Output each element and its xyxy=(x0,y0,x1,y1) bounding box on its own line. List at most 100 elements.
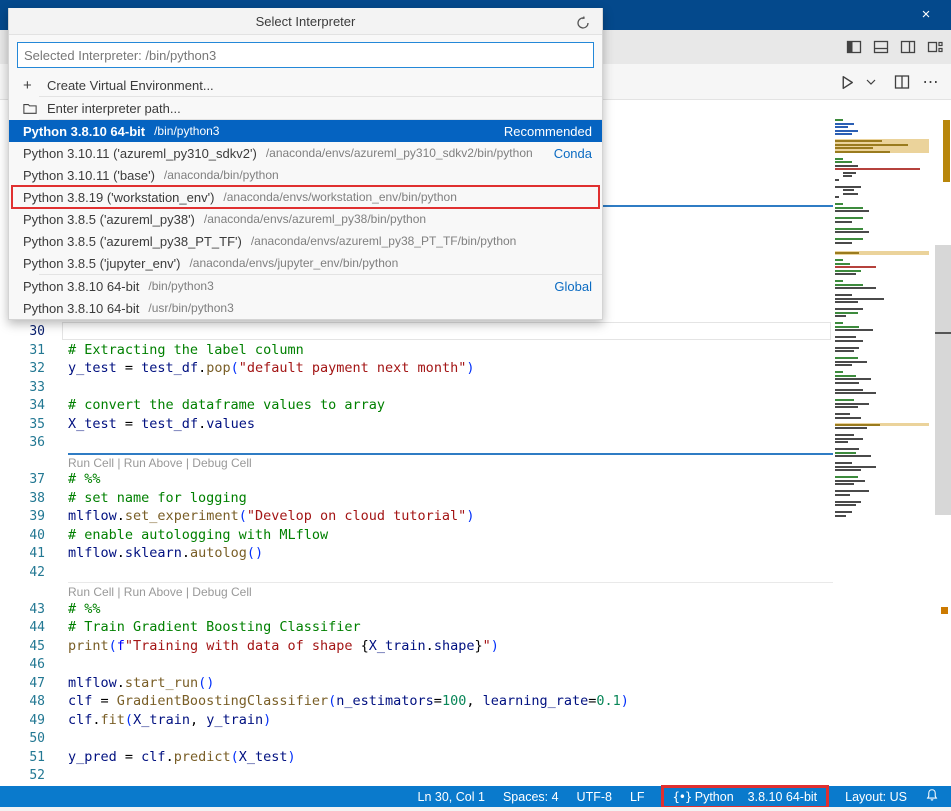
line-number: 30 xyxy=(0,322,45,341)
code-line[interactable]: 40# enable autologging with MLflow xyxy=(0,526,835,545)
code-line[interactable]: 48clf = GradientBoostingClassifier(n_est… xyxy=(0,692,835,711)
status-eol[interactable]: LF xyxy=(630,790,645,804)
code-text: # set name for logging xyxy=(68,489,247,508)
editor-scrollbar xyxy=(933,100,951,786)
dialog-title: Select Interpreter xyxy=(9,8,602,35)
interpreter-search-input[interactable] xyxy=(17,42,594,68)
codelens-row[interactable]: Run Cell | Run Above | Debug Cell xyxy=(0,452,835,471)
code-line[interactable]: 52 xyxy=(0,766,835,785)
interpreter-path: /anaconda/envs/azureml_py38/bin/python xyxy=(204,212,426,226)
code-line[interactable]: 37# %% xyxy=(0,470,835,489)
line-number: 46 xyxy=(0,655,45,674)
interpreter-badge: Recommended xyxy=(496,124,592,139)
code-line[interactable]: 41mlflow.sklearn.autolog() xyxy=(0,544,835,563)
line-number: 52 xyxy=(0,766,45,785)
code-line[interactable]: 38 # set name for logging xyxy=(0,489,835,508)
status-indentation[interactable]: Spaces: 4 xyxy=(503,790,559,804)
line-number: 45 xyxy=(0,637,45,656)
codelens-row[interactable]: Run Cell | Run Above | Debug Cell xyxy=(0,581,835,600)
line-number: 42 xyxy=(0,563,45,582)
interpreter-item[interactable]: Python 3.8.5 ('jupyter_env')/anaconda/en… xyxy=(9,252,602,274)
status-python-interpreter[interactable]: 3.8.10 64-bit xyxy=(748,790,818,804)
code-text: mlflow.start_run() xyxy=(68,674,214,693)
line-number: 36 xyxy=(0,433,45,452)
interpreter-name: Python 3.8.19 ('workstation_env') xyxy=(23,190,214,205)
code-line[interactable]: 30 xyxy=(0,322,835,341)
code-line[interactable]: 32 y_test = test_df.pop("default payment … xyxy=(0,359,835,378)
interpreter-name: Python 3.8.5 ('jupyter_env') xyxy=(23,256,180,271)
interpreter-path: /anaconda/envs/azureml_py310_sdkv2/bin/p… xyxy=(266,146,533,160)
overview-ruler-marker-2 xyxy=(941,607,948,614)
interpreter-item[interactable]: Python 3.8.19 ('workstation_env')/anacon… xyxy=(9,186,602,208)
code-line[interactable]: 34# convert the dataframe values to arra… xyxy=(0,396,835,415)
code-line[interactable]: 33 xyxy=(0,378,835,397)
interpreter-name: Python 3.10.11 ('azureml_py310_sdkv2') xyxy=(23,146,257,161)
scrollbar-thumb[interactable] xyxy=(935,245,951,515)
code-line[interactable]: 50 xyxy=(0,729,835,748)
interpreter-name: Python 3.8.5 ('azureml_py38_PT_TF') xyxy=(23,234,242,249)
close-window-icon[interactable]: × xyxy=(909,0,943,30)
code-line[interactable]: 31# Extracting the label column xyxy=(0,341,835,360)
interpreter-path: /bin/python3 xyxy=(154,124,219,138)
code-line[interactable]: 36 xyxy=(0,433,835,452)
interpreter-path: /anaconda/envs/azureml_py38_PT_TF/bin/py… xyxy=(251,234,517,248)
line-number: 32 xyxy=(0,359,45,378)
line-number: 41 xyxy=(0,544,45,563)
interpreter-item[interactable]: Python 3.8.10 64-bit/bin/python3 Recommen… xyxy=(9,120,602,142)
create-virtual-environment-item[interactable]: + Create Virtual Environment... xyxy=(9,74,602,96)
enter-interpreter-path-item[interactable]: Enter interpreter path... xyxy=(9,97,602,119)
notifications-bell-icon[interactable] xyxy=(925,788,939,805)
interpreter-item[interactable]: Python 3.8.5 ('azureml_py38')/anaconda/e… xyxy=(9,208,602,230)
refresh-icon[interactable] xyxy=(574,13,592,31)
plus-icon: + xyxy=(23,77,41,94)
code-line[interactable]: 51y_pred = clf.predict(X_test) xyxy=(0,748,835,767)
line-number: 51 xyxy=(0,748,45,767)
interpreter-name: Python 3.8.10 64-bit xyxy=(23,279,139,294)
code-text: clf = GradientBoostingClassifier(n_estim… xyxy=(68,692,629,711)
interpreter-item[interactable]: Python 3.8.10 64-bit/bin/python3Global xyxy=(9,275,602,297)
minimap[interactable] xyxy=(835,118,929,517)
interpreter-name: Python 3.8.10 64-bit xyxy=(23,124,145,139)
run-dropdown-chevron-icon[interactable] xyxy=(862,74,879,91)
status-python-section: {•} Python 3.8.10 64-bit xyxy=(663,790,828,804)
code-line[interactable]: 47mlflow.start_run() xyxy=(0,674,835,693)
toggle-panel-icon[interactable] xyxy=(872,39,889,56)
interpreter-item[interactable]: Python 3.10.11 ('azureml_py310_sdkv2') /a… xyxy=(9,142,602,164)
select-interpreter-dialog: Select Interpreter + Create Virtual Envi… xyxy=(8,8,603,320)
interpreter-item[interactable]: Python 3.8.10 64-bit/usr/bin/python3 xyxy=(9,297,602,319)
line-number: 44 xyxy=(0,618,45,637)
status-cursor-position[interactable]: Ln 30, Col 1 xyxy=(418,790,485,804)
interpreter-path: /usr/bin/python3 xyxy=(148,301,233,315)
code-line[interactable]: 43# %% xyxy=(0,600,835,619)
line-number: 37 xyxy=(0,470,45,489)
split-editor-icon[interactable] xyxy=(893,74,910,91)
toggle-secondary-sidebar-icon[interactable] xyxy=(899,39,916,56)
status-keyboard-layout[interactable]: Layout: US xyxy=(845,790,907,804)
interpreter-item[interactable]: Python 3.8.5 ('azureml_py38_PT_TF') /anac… xyxy=(9,230,602,252)
code-text: y_test = test_df.pop("default payment ne… xyxy=(68,359,474,378)
code-line[interactable]: 46 xyxy=(0,655,835,674)
run-python-file-icon[interactable] xyxy=(839,74,856,91)
code-text: mlflow.set_experiment("Develop on cloud … xyxy=(68,507,474,526)
code-line[interactable]: 49clf.fit(X_train, y_train) xyxy=(0,711,835,730)
toggle-primary-sidebar-icon[interactable] xyxy=(845,39,862,56)
code-text: print(f"Training with data of shape {X_t… xyxy=(68,637,499,656)
overview-ruler-cursor-marker xyxy=(935,332,951,334)
code-line[interactable]: 45 print(f"Training with data of shape {X… xyxy=(0,637,835,656)
interpreter-path: /anaconda/bin/python xyxy=(164,168,279,182)
current-line-highlight xyxy=(62,322,831,340)
status-encoding[interactable]: UTF-8 xyxy=(577,790,612,804)
code-line[interactable]: 35X_test = test_df.values xyxy=(0,415,835,434)
more-actions-icon[interactable]: ⋯ xyxy=(922,74,939,91)
code-line[interactable]: 42 xyxy=(0,563,835,582)
code-text: # Train Gradient Boosting Classifier xyxy=(68,618,361,637)
code-line[interactable]: 39mlflow.set_experiment("Develop on clou… xyxy=(0,507,835,526)
line-number: 38 xyxy=(0,489,45,508)
status-language-mode[interactable]: {•} Python xyxy=(673,790,734,804)
status-bar: Ln 30, Col 1 Spaces: 4 UTF-8 LF {•} Pyth… xyxy=(0,786,951,807)
customize-layout-icon[interactable] xyxy=(926,39,943,56)
code-line[interactable]: 44 # Train Gradient Boosting Classifier xyxy=(0,618,835,637)
braces-icon: {•} xyxy=(673,790,692,804)
interpreter-item[interactable]: Python 3.10.11 ('base') /anaconda/bin/pyt… xyxy=(9,164,602,186)
interpreter-name: Python 3.10.11 ('base') xyxy=(23,168,155,183)
